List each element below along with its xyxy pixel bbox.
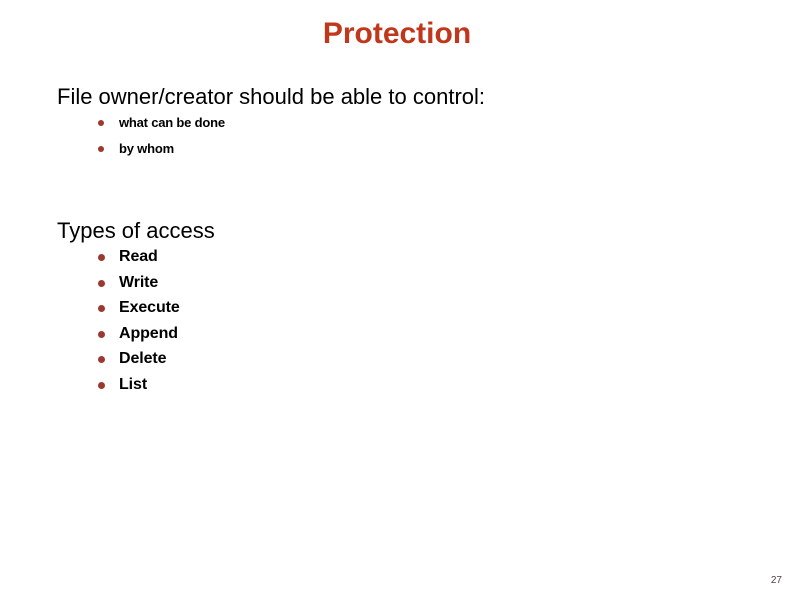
list-item: by whom bbox=[57, 136, 757, 162]
bullet-dot-icon bbox=[98, 330, 105, 338]
slide: Protection File owner/creator should be … bbox=[0, 0, 794, 595]
slide-body: File owner/creator should be able to con… bbox=[57, 84, 757, 397]
list-item-label: Append bbox=[119, 324, 178, 342]
bullet-dot-icon bbox=[98, 356, 105, 363]
list-item-label: Delete bbox=[119, 350, 167, 367]
bullet-dot-icon bbox=[98, 381, 105, 389]
section-control: File owner/creator should be able to con… bbox=[57, 84, 757, 162]
section-heading-control: File owner/creator should be able to con… bbox=[57, 84, 486, 109]
list-item: Execute bbox=[57, 295, 757, 321]
bullet-list-access-types: Read Write Execute Append Delete List bbox=[57, 244, 757, 397]
page-number: 27 bbox=[770, 575, 782, 586]
list-item-label: Write bbox=[119, 273, 159, 291]
list-item-label: what can be done bbox=[119, 115, 225, 130]
bullet-list-control: what can be done by whom bbox=[57, 110, 757, 162]
list-item-label: Execute bbox=[119, 299, 180, 316]
list-item-label: Read bbox=[119, 248, 158, 265]
list-item-label: List bbox=[119, 375, 148, 393]
bullet-dot-icon bbox=[98, 120, 104, 126]
list-item: Append bbox=[57, 321, 757, 347]
list-item: Write bbox=[57, 270, 757, 296]
bullet-dot-icon bbox=[98, 254, 105, 261]
bullet-dot-icon bbox=[98, 146, 104, 152]
bullet-dot-icon bbox=[98, 279, 105, 287]
list-item: Delete bbox=[57, 346, 757, 372]
section-access-types: Types of access Read Write Execute Appen… bbox=[57, 218, 757, 397]
section-heading-access-types: Types of access bbox=[57, 218, 215, 243]
bullet-dot-icon bbox=[98, 305, 105, 312]
list-item-label: by whom bbox=[119, 141, 174, 156]
page-title: Protection bbox=[322, 17, 472, 50]
list-item: List bbox=[57, 372, 757, 398]
list-item: what can be done bbox=[57, 110, 757, 136]
list-item: Read bbox=[57, 244, 757, 270]
